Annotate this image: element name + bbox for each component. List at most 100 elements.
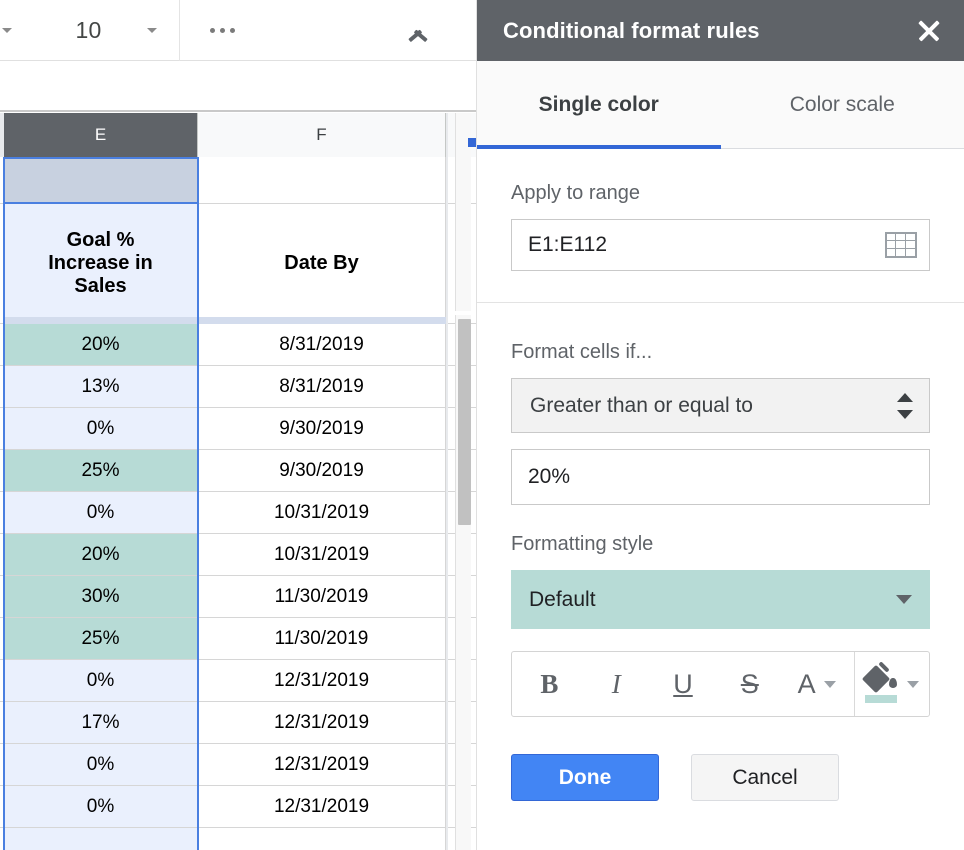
text-color-glyph: A <box>798 669 816 700</box>
spreadsheet-pane: 10 E F Goal %Increase inSalesDate By20%8… <box>0 0 476 850</box>
table-row: 30%11/30/2019 <box>0 576 476 618</box>
cell-f[interactable]: 11/30/2019 <box>198 618 446 660</box>
chevron-up-icon <box>406 24 430 38</box>
apply-to-range-value: E1:E112 <box>528 233 885 257</box>
table-row <box>0 828 476 850</box>
tab-single-color[interactable]: Single color <box>477 61 721 148</box>
cell-f[interactable]: 12/31/2019 <box>198 744 446 786</box>
cell-text-line: Sales <box>74 275 126 298</box>
cancel-button[interactable]: Cancel <box>691 754 839 801</box>
table-row: 0%12/31/2019 <box>0 744 476 786</box>
cell-e[interactable]: 0% <box>4 744 198 786</box>
chevron-down-icon <box>2 28 12 33</box>
cell-e[interactable]: 0% <box>4 408 198 450</box>
collapse-toolbar-button[interactable] <box>388 0 448 61</box>
text-color-button[interactable]: A <box>783 652 850 716</box>
scrollbar-vertical-thumb[interactable] <box>458 319 471 525</box>
table-row: 20%10/31/2019 <box>0 534 476 576</box>
underline-button[interactable]: U <box>650 652 717 716</box>
cell-e[interactable]: 25% <box>4 618 198 660</box>
grid-select-icon[interactable] <box>885 232 917 258</box>
chevron-down-icon <box>147 28 157 33</box>
cell-e[interactable]: 0% <box>4 660 198 702</box>
formatting-style-section: Formatting style Default B I U S A <box>477 505 964 717</box>
condition-threshold-value: 20% <box>528 465 917 489</box>
cell-e[interactable]: 20% <box>4 534 198 576</box>
panel-body: Apply to range E1:E112 Format cells if..… <box>477 149 964 801</box>
cell-f[interactable]: 9/30/2019 <box>198 408 446 450</box>
spinner-updown-icon <box>897 392 913 420</box>
cell-text-line: Goal % <box>67 229 135 252</box>
cell-e[interactable]: 13% <box>4 366 198 408</box>
condition-value: Greater than or equal to <box>530 394 897 418</box>
cell-e[interactable] <box>4 157 198 204</box>
table-row: 0%10/31/2019 <box>0 492 476 534</box>
spreadsheet-grid: E F Goal %Increase inSalesDate By20%8/31… <box>0 113 476 850</box>
toolbar-left-dropdown[interactable] <box>0 0 30 61</box>
bold-button[interactable]: B <box>516 652 583 716</box>
tab-color-scale[interactable]: Color scale <box>721 61 964 148</box>
panel-header: Conditional format rules <box>477 0 964 61</box>
cell-e[interactable]: Goal %Increase inSales <box>4 204 198 324</box>
table-row: 0%12/31/2019 <box>0 786 476 828</box>
fill-color-button[interactable] <box>865 652 919 716</box>
condition-value-field[interactable]: 20% <box>511 449 930 505</box>
chevron-down-icon <box>907 681 919 688</box>
formatting-style-preset-value: Default <box>529 588 896 612</box>
cell-f[interactable]: 12/31/2019 <box>198 786 446 828</box>
cell-f[interactable]: 10/31/2019 <box>198 534 446 576</box>
strikethrough-button[interactable]: S <box>716 652 783 716</box>
column-header-f[interactable]: F <box>198 113 446 157</box>
cell-e[interactable]: 25% <box>4 450 198 492</box>
cell-e[interactable]: 0% <box>4 786 198 828</box>
condition-select[interactable]: Greater than or equal to <box>511 378 930 433</box>
done-button[interactable]: Done <box>511 754 659 801</box>
table-row: 20%8/31/2019 <box>0 324 476 366</box>
panel-tabs: Single color Color scale <box>477 61 964 149</box>
cell-f[interactable]: 12/31/2019 <box>198 660 446 702</box>
column-header-e[interactable]: E <box>4 113 198 157</box>
cell-e[interactable] <box>4 828 198 850</box>
formatting-style-preset[interactable]: Default <box>511 570 930 629</box>
close-icon[interactable] <box>914 16 944 46</box>
more-horizontal-icon <box>210 28 235 33</box>
formatting-toolbar: B I U S A <box>511 651 930 717</box>
grid-rows: Goal %Increase inSalesDate By20%8/31/201… <box>0 157 476 850</box>
range-selection-marker <box>468 138 476 147</box>
grid-divider <box>446 113 448 850</box>
apply-to-range-section: Apply to range E1:E112 <box>477 149 964 302</box>
italic-button[interactable]: I <box>583 652 650 716</box>
table-row: 13%8/31/2019 <box>0 366 476 408</box>
cell-e[interactable]: 0% <box>4 492 198 534</box>
chevron-down-icon <box>896 595 912 604</box>
cell-f[interactable] <box>198 828 446 850</box>
cell-f[interactable] <box>198 157 446 204</box>
cell-f[interactable]: 11/30/2019 <box>198 576 446 618</box>
column-header-row: E F <box>0 113 476 157</box>
formatting-style-label: Formatting style <box>511 533 930 556</box>
chevron-down-icon <box>824 681 836 688</box>
cell-f[interactable]: 8/31/2019 <box>198 366 446 408</box>
fill-color-swatch <box>865 695 897 703</box>
conditional-format-panel: Conditional format rules Single color Co… <box>476 0 964 850</box>
paint-bucket-icon <box>865 665 897 703</box>
table-row: 25%11/30/2019 <box>0 618 476 660</box>
cell-e[interactable]: 20% <box>4 324 198 366</box>
font-size-control[interactable]: 10 <box>30 0 180 61</box>
formula-bar[interactable] <box>0 61 476 112</box>
cell-f[interactable]: 9/30/2019 <box>198 450 446 492</box>
scrollbar-vertical-track[interactable] <box>455 315 471 850</box>
panel-action-buttons: Done Cancel <box>477 717 964 801</box>
cell-e[interactable]: 30% <box>4 576 198 618</box>
cell-f[interactable]: 10/31/2019 <box>198 492 446 534</box>
font-size-value: 10 <box>30 17 147 44</box>
table-row <box>0 157 476 204</box>
table-row: 0%9/30/2019 <box>0 408 476 450</box>
apply-to-range-label: Apply to range <box>511 182 930 205</box>
table-row: 25%9/30/2019 <box>0 450 476 492</box>
cell-f[interactable]: 12/31/2019 <box>198 702 446 744</box>
cell-f[interactable]: Date By <box>198 204 446 324</box>
apply-to-range-field[interactable]: E1:E112 <box>511 219 930 271</box>
cell-e[interactable]: 17% <box>4 702 198 744</box>
cell-f[interactable]: 8/31/2019 <box>198 324 446 366</box>
